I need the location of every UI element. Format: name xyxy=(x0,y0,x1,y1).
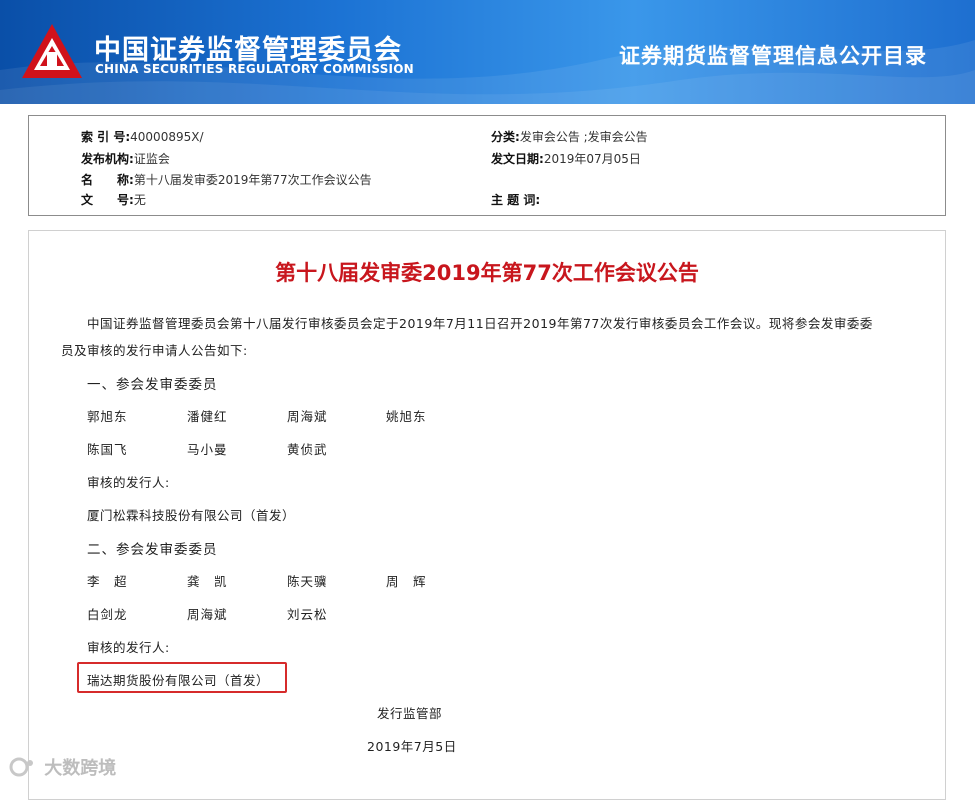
meta-date: 发文日期:2019年07月05日 xyxy=(491,150,641,167)
article-title: 第十八届发审委2019年第77次工作会议公告 xyxy=(275,261,699,285)
meta-index-value: 40000895X/ xyxy=(130,130,204,144)
section2-member: 龚 凯 xyxy=(187,574,228,589)
meta-keywords-label: 主 题 词: xyxy=(491,193,541,207)
meta-doc-no-value: 无 xyxy=(133,193,146,207)
section2-member: 刘云松 xyxy=(287,607,328,622)
meta-issuer: 发布机构:证监会 xyxy=(81,150,170,167)
signature-date: 2019年7月5日 xyxy=(367,739,457,754)
catalog-title: 证券期货监督管理信息公开目录 xyxy=(619,44,927,68)
section1-member: 陈国飞 xyxy=(87,442,128,457)
meta-keywords: 主 题 词: xyxy=(491,191,540,208)
section1-applicant: 厦门松霖科技股份有限公司（首发） xyxy=(87,508,296,523)
section1-member: 姚旭东 xyxy=(386,409,427,424)
meta-name: 名 称:第十八届发审委2019年第77次工作会议公告 xyxy=(81,171,372,188)
meta-name-value: 第十八届发审委2019年第77次工作会议公告 xyxy=(133,173,372,187)
meta-name-label: 名 称: xyxy=(81,173,134,187)
meta-index-label: 索 引 号: xyxy=(81,130,131,144)
article-body: 第十八届发审委2019年第77次工作会议公告 中国证券监督管理委员会第十八届发行… xyxy=(28,230,946,800)
section2-applicant-label: 审核的发行人: xyxy=(87,640,170,655)
watermark-text: 大数跨境 xyxy=(44,758,117,779)
section1-member: 郭旭东 xyxy=(87,409,128,424)
watermark: 大数跨境 xyxy=(8,754,116,780)
meta-issuer-value: 证监会 xyxy=(133,152,170,166)
section2-member: 周 辉 xyxy=(386,574,427,589)
meta-issuer-label: 发布机构: xyxy=(81,152,134,166)
meta-category-label: 分类: xyxy=(491,130,520,144)
meta-doc-no: 文 号:无 xyxy=(81,191,146,208)
section1-member: 马小曼 xyxy=(187,442,228,457)
watermark-logo-icon xyxy=(9,757,33,777)
section1-member: 黄侦武 xyxy=(287,442,328,457)
section2-member: 陈天骥 xyxy=(287,574,328,589)
intro-paragraph-line2: 员及审核的发行申请人公告如下: xyxy=(61,343,248,358)
section2-title: 二、参会发审委委员 xyxy=(87,542,218,558)
meta-date-label: 发文日期: xyxy=(491,152,544,166)
site-header: 中国证券监督管理委员会 CHINA SECURITIES REGULATORY … xyxy=(0,0,975,104)
section2-member: 李 超 xyxy=(87,574,128,589)
section1-title: 一、参会发审委委员 xyxy=(87,377,218,393)
meta-index: 索 引 号:40000895X/ xyxy=(81,128,204,145)
csrc-logo-icon xyxy=(22,24,82,78)
intro-paragraph-line1: 中国证券监督管理委员会第十八届发行审核委员会定于2019年7月11日召开2019… xyxy=(87,316,873,331)
section1-applicant-label: 审核的发行人: xyxy=(87,475,170,490)
org-name-en: CHINA SECURITIES REGULATORY COMMISSION xyxy=(95,62,414,76)
document-meta-box: 索 引 号:40000895X/ 分类:发审会公告 ;发审会公告 发布机构:证监… xyxy=(28,115,946,216)
signature-department: 发行监管部 xyxy=(377,706,443,721)
meta-date-value: 2019年07月05日 xyxy=(543,152,641,166)
section2-member: 周海斌 xyxy=(187,607,228,622)
section1-member: 周海斌 xyxy=(287,409,328,424)
meta-doc-no-label: 文 号: xyxy=(81,193,134,207)
meta-category-value: 发审会公告 ;发审会公告 xyxy=(519,130,648,144)
section1-member: 潘健红 xyxy=(187,409,228,424)
section2-member: 白剑龙 xyxy=(87,607,128,622)
meta-category: 分类:发审会公告 ;发审会公告 xyxy=(491,128,648,145)
section2-applicant: 瑞达期货股份有限公司（首发） xyxy=(87,673,270,688)
